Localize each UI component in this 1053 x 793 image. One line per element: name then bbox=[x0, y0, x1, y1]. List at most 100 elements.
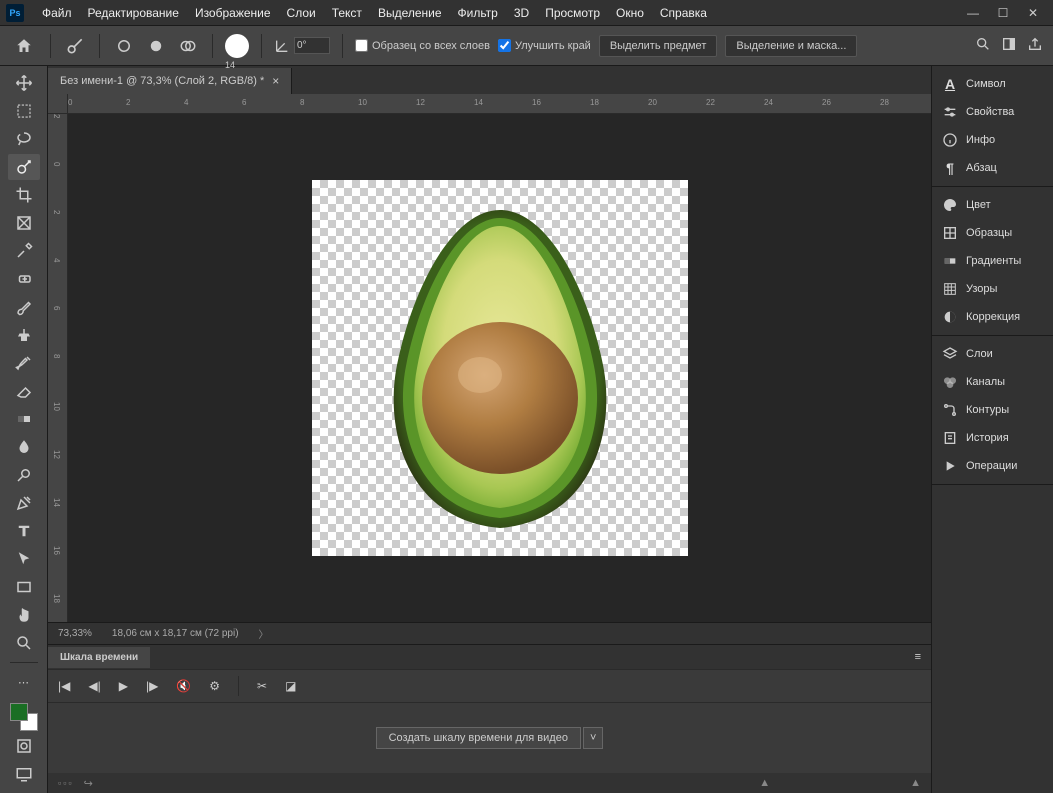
rectangle-tool[interactable] bbox=[8, 574, 40, 600]
screen-mode-tool[interactable] bbox=[8, 761, 40, 787]
timeline-transition-icon[interactable]: ◪ bbox=[285, 679, 296, 693]
dodge-tool[interactable] bbox=[8, 462, 40, 488]
status-bar: 73,33% 18,06 см x 18,17 см (72 ppi) 〉 bbox=[48, 622, 931, 644]
hand-tool[interactable] bbox=[8, 602, 40, 628]
panel-слои[interactable]: Слои bbox=[932, 340, 1053, 368]
workspace-switcher-icon[interactable] bbox=[1001, 36, 1017, 55]
angle-control[interactable] bbox=[274, 37, 330, 54]
menu-просмотр[interactable]: Просмотр bbox=[537, 2, 608, 24]
pen-tool[interactable] bbox=[8, 490, 40, 516]
timeline-next-frame[interactable]: |▶ bbox=[146, 679, 158, 693]
add-selection-icon[interactable] bbox=[112, 34, 136, 58]
timeline-redo-icon[interactable]: ↪ bbox=[84, 777, 93, 790]
move-tool[interactable] bbox=[8, 70, 40, 96]
menu-справка[interactable]: Справка bbox=[652, 2, 715, 24]
panel-каналы[interactable]: Каналы bbox=[932, 368, 1053, 396]
quick-selection-tool[interactable] bbox=[8, 154, 40, 180]
menu-редактирование[interactable]: Редактирование bbox=[80, 2, 187, 24]
menu-файл[interactable]: Файл bbox=[34, 2, 80, 24]
menu-слои[interactable]: Слои bbox=[279, 2, 324, 24]
minimize-button[interactable]: — bbox=[967, 6, 979, 20]
panel-абзац[interactable]: ¶Абзац bbox=[932, 154, 1053, 182]
canvas[interactable] bbox=[312, 180, 688, 556]
eyedropper-tool[interactable] bbox=[8, 238, 40, 264]
sample-all-layers-checkbox[interactable]: Образец со всех слоев bbox=[355, 39, 490, 52]
create-video-timeline-button[interactable]: Создать шкалу времени для видео bbox=[376, 727, 581, 749]
timeline-first-frame[interactable]: |◀ bbox=[58, 679, 70, 693]
select-and-mask-button[interactable]: Выделение и маска... bbox=[725, 35, 857, 57]
timeline-tab[interactable]: Шкала времени bbox=[48, 647, 150, 668]
sliders-icon bbox=[942, 104, 958, 120]
panel-инфо[interactable]: Инфо bbox=[932, 126, 1053, 154]
eraser-tool[interactable] bbox=[8, 378, 40, 404]
menu-текст[interactable]: Текст bbox=[324, 2, 370, 24]
paths-icon bbox=[942, 402, 958, 418]
status-arrow-icon[interactable]: 〉 bbox=[259, 626, 269, 641]
gradient-icon bbox=[942, 253, 958, 269]
select-subject-button[interactable]: Выделить предмет bbox=[599, 35, 718, 57]
panel-контуры[interactable]: Контуры bbox=[932, 396, 1053, 424]
home-button[interactable] bbox=[10, 32, 38, 60]
menu-окно[interactable]: Окно bbox=[608, 2, 652, 24]
menu-3d[interactable]: 3D bbox=[506, 2, 537, 24]
menu-фильтр[interactable]: Фильтр bbox=[450, 2, 506, 24]
lasso-tool[interactable] bbox=[8, 126, 40, 152]
timeline-menu-icon[interactable]: ≡ bbox=[905, 651, 931, 663]
search-icon[interactable] bbox=[975, 36, 991, 55]
zoom-level[interactable]: 73,33% bbox=[58, 628, 92, 639]
share-icon[interactable] bbox=[1027, 36, 1043, 55]
panel-коррекция[interactable]: Коррекция bbox=[932, 303, 1053, 331]
close-button[interactable]: ✕ bbox=[1027, 6, 1039, 20]
timeline-create-dropdown[interactable]: ˅ bbox=[583, 727, 603, 749]
gradient-tool[interactable] bbox=[8, 406, 40, 432]
marquee-tool[interactable] bbox=[8, 98, 40, 124]
panel-цвет[interactable]: Цвет bbox=[932, 191, 1053, 219]
ruler-horizontal: 0246810121416182022242628 bbox=[68, 94, 931, 114]
frame-tool[interactable] bbox=[8, 210, 40, 236]
timeline-zoom-out[interactable]: ▫▫▫ bbox=[58, 778, 74, 788]
timeline-prev-frame[interactable]: ◀| bbox=[88, 679, 100, 693]
clone-stamp-tool[interactable] bbox=[8, 322, 40, 348]
timeline-slider-left[interactable]: ▲ bbox=[759, 777, 770, 789]
quick-mask-tool[interactable] bbox=[8, 733, 40, 759]
brush-preset-icon[interactable] bbox=[63, 34, 87, 58]
zoom-tool[interactable] bbox=[8, 630, 40, 656]
subtract-selection-icon[interactable] bbox=[144, 34, 168, 58]
panel-образцы[interactable]: Образцы bbox=[932, 219, 1053, 247]
canvas-viewport[interactable] bbox=[68, 114, 931, 622]
maximize-button[interactable]: ☐ bbox=[997, 6, 1009, 20]
panel-узоры[interactable]: Узоры bbox=[932, 275, 1053, 303]
close-tab-icon[interactable]: × bbox=[272, 74, 279, 88]
foreground-color[interactable] bbox=[10, 703, 28, 721]
edit-toolbar[interactable]: ⋯ bbox=[8, 669, 40, 695]
panel-градиенты[interactable]: Градиенты bbox=[932, 247, 1053, 275]
timeline-play[interactable]: ▶ bbox=[119, 679, 128, 693]
healing-brush-tool[interactable] bbox=[8, 266, 40, 292]
menubar: ФайлРедактированиеИзображениеСлоиТекстВы… bbox=[34, 2, 715, 24]
grid-icon bbox=[942, 225, 958, 241]
crop-tool[interactable] bbox=[8, 182, 40, 208]
timeline-mute[interactable]: 🔇 bbox=[176, 679, 191, 693]
document-tab[interactable]: Без имени-1 @ 73,3% (Слой 2, RGB/8) * × bbox=[48, 68, 292, 94]
refine-edge-checkbox[interactable]: Улучшить край bbox=[498, 39, 591, 52]
menu-изображение[interactable]: Изображение bbox=[187, 2, 279, 24]
window-controls: — ☐ ✕ bbox=[967, 6, 1047, 20]
panel-операции[interactable]: Операции bbox=[932, 452, 1053, 480]
intersect-selection-icon[interactable] bbox=[176, 34, 200, 58]
color-swatches[interactable] bbox=[10, 703, 38, 731]
paragraph-icon: ¶ bbox=[942, 160, 958, 176]
angle-input[interactable] bbox=[294, 37, 330, 54]
history-brush-tool[interactable] bbox=[8, 350, 40, 376]
panel-символ[interactable]: AСимвол bbox=[932, 70, 1053, 98]
blur-tool[interactable] bbox=[8, 434, 40, 460]
panel-история[interactable]: История bbox=[932, 424, 1053, 452]
timeline-split-icon[interactable]: ✂ bbox=[257, 679, 267, 693]
timeline-slider-right[interactable]: ▲ bbox=[910, 777, 921, 789]
brush-size-picker[interactable]: 14 bbox=[225, 34, 249, 58]
menu-выделение[interactable]: Выделение bbox=[370, 2, 450, 24]
panel-свойства[interactable]: Свойства bbox=[932, 98, 1053, 126]
timeline-settings-icon[interactable]: ⚙ bbox=[209, 679, 220, 693]
type-tool[interactable] bbox=[8, 518, 40, 544]
path-selection-tool[interactable] bbox=[8, 546, 40, 572]
brush-tool[interactable] bbox=[8, 294, 40, 320]
